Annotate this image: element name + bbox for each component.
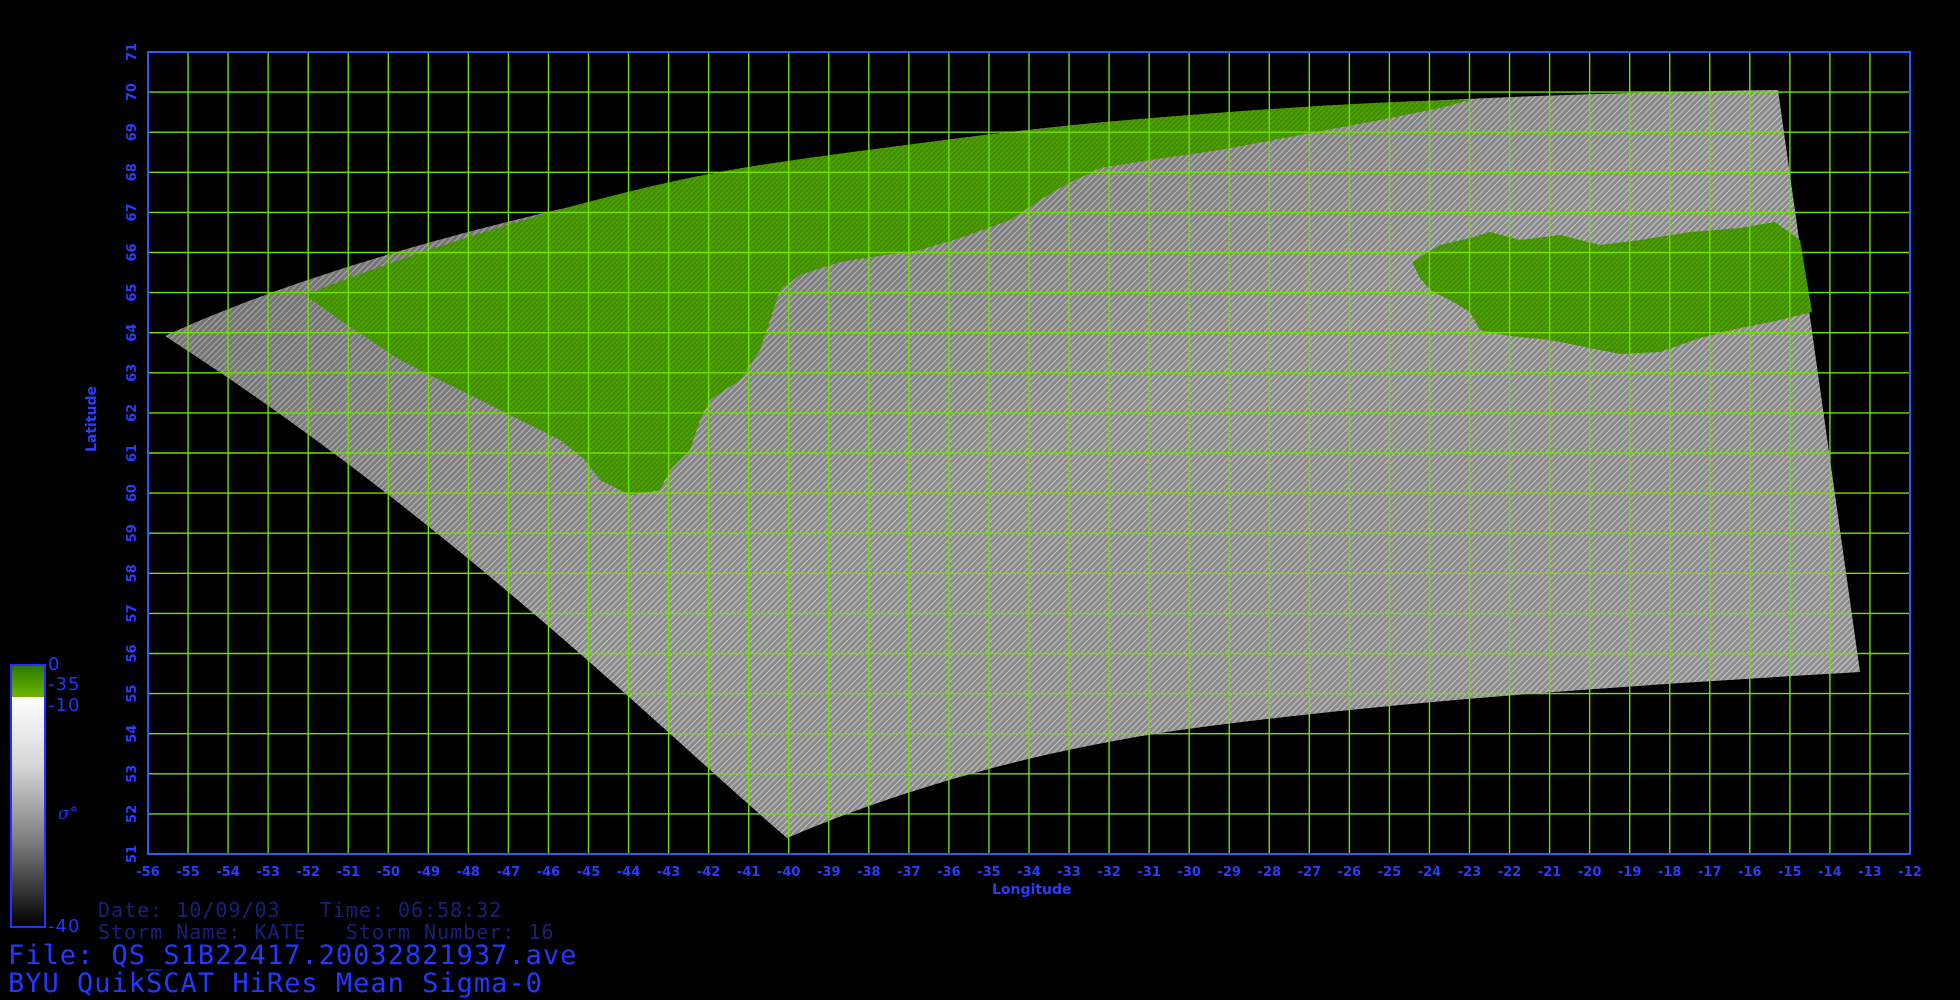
colorbar-label-bottom: -40 <box>48 916 81 937</box>
latitude-tick-label: 57 <box>125 604 140 622</box>
longitude-tick-label: -17 <box>1698 865 1722 880</box>
longitude-tick-label: -32 <box>1097 865 1121 880</box>
colorbar-label-ocean-top: -10 <box>48 695 81 716</box>
longitude-tick-label: -37 <box>897 865 921 880</box>
longitude-tick-label: -26 <box>1338 865 1362 880</box>
longitude-tick-label: -40 <box>777 865 801 880</box>
longitude-tick-label: -44 <box>617 865 641 880</box>
longitude-tick-label: -30 <box>1177 865 1201 880</box>
latitude-tick-label: 68 <box>125 163 140 181</box>
colorbar-ocean-segment <box>12 697 44 926</box>
longitude-tick-label: -53 <box>256 865 280 880</box>
longitude-tick-label: -27 <box>1298 865 1322 880</box>
longitude-tick-label: -29 <box>1217 865 1241 880</box>
longitude-tick-label: -20 <box>1578 865 1602 880</box>
swath-map: -56 -55 -54 -53 -52 -51 -50 -49 -48 -47 -46 -45 -44 -… <box>125 43 1922 880</box>
longitude-tick-label: -45 <box>577 865 601 880</box>
colorbar-label-top: 0 <box>48 654 61 675</box>
colorbar <box>10 664 46 928</box>
longitude-tick-label: -21 <box>1538 865 1562 880</box>
latitude-tick-label: 52 <box>125 805 140 823</box>
longitude-tick-label: -55 <box>176 865 200 880</box>
latitude-tick-label: 66 <box>125 243 140 261</box>
longitude-tick-label: -25 <box>1378 865 1402 880</box>
longitude-tick-label: -47 <box>497 865 521 880</box>
longitude-tick-label: -51 <box>336 865 360 880</box>
longitude-tick-label: -13 <box>1858 865 1882 880</box>
longitude-ticks: -56 -55 -54 -53 -52 -51 -50 -49 -48 -47 -46 -45 -44 -… <box>136 865 1922 880</box>
longitude-tick-label: -18 <box>1658 865 1682 880</box>
latitude-tick-label: 61 <box>125 444 140 462</box>
latitude-tick-label: 60 <box>125 484 140 502</box>
latitude-tick-label: 58 <box>125 564 140 582</box>
longitude-tick-label: -22 <box>1498 865 1522 880</box>
latitude-tick-label: 67 <box>125 203 140 221</box>
colorbar-label-land: -35 <box>48 674 81 695</box>
longitude-tick-label: -46 <box>537 865 561 880</box>
longitude-tick-label: -31 <box>1137 865 1161 880</box>
longitude-tick-label: -43 <box>657 865 681 880</box>
longitude-tick-label: -42 <box>697 865 721 880</box>
x-axis-title: Longitude <box>992 882 1072 898</box>
latitude-tick-label: 56 <box>125 644 140 662</box>
latitude-tick-label: 64 <box>125 324 140 342</box>
latitude-tick-label: 70 <box>125 83 140 101</box>
longitude-tick-label: -56 <box>136 865 160 880</box>
latitude-tick-label: 63 <box>125 364 140 382</box>
longitude-tick-label: -12 <box>1898 865 1922 880</box>
latitude-tick-label: 62 <box>125 404 140 422</box>
latitude-tick-label: 65 <box>125 284 140 302</box>
longitude-tick-label: -49 <box>417 865 441 880</box>
latitude-tick-label: 59 <box>125 524 140 542</box>
latitude-tick-label: 54 <box>125 725 140 743</box>
latitude-tick-label: 71 <box>125 43 140 61</box>
longitude-tick-label: -39 <box>817 865 841 880</box>
longitude-tick-label: -41 <box>737 865 761 880</box>
latitude-tick-label: 51 <box>125 845 140 863</box>
longitude-tick-label: -15 <box>1778 865 1802 880</box>
longitude-tick-label: -16 <box>1738 865 1762 880</box>
latitude-tick-label: 69 <box>125 123 140 141</box>
longitude-tick-label: -34 <box>1017 865 1041 880</box>
longitude-tick-label: -28 <box>1258 865 1282 880</box>
longitude-tick-label: -48 <box>457 865 481 880</box>
longitude-tick-label: -19 <box>1618 865 1642 880</box>
longitude-tick-label: -54 <box>216 865 240 880</box>
date-time-line: Date: 10/09/03 Time: 06:58:32 <box>98 898 503 922</box>
colorbar-land-segment <box>12 666 44 698</box>
longitude-tick-label: -23 <box>1458 865 1482 880</box>
longitude-tick-label: -38 <box>857 865 881 880</box>
sigma-symbol: σ° <box>58 804 79 824</box>
longitude-tick-label: -36 <box>937 865 961 880</box>
latitude-tick-label: 55 <box>125 685 140 703</box>
longitude-tick-label: -33 <box>1057 865 1081 880</box>
longitude-tick-label: -35 <box>977 865 1001 880</box>
longitude-tick-label: -52 <box>296 865 320 880</box>
longitude-tick-label: -50 <box>377 865 401 880</box>
title-line: BYU QuikSCAT HiRes Mean Sigma-0 <box>8 968 543 999</box>
latitude-ticks: 51 52 53 54 55 56 57 58 59 60 61 62 63 64 65 66 67 68 69 70… <box>125 43 140 863</box>
file-name-line: File: QS_S1B22417.20032821937.ave <box>8 940 578 971</box>
y-axis-title: Latitude <box>84 385 100 452</box>
longitude-tick-label: -14 <box>1818 865 1842 880</box>
latitude-tick-label: 53 <box>125 765 140 783</box>
longitude-tick-label: -24 <box>1418 865 1442 880</box>
